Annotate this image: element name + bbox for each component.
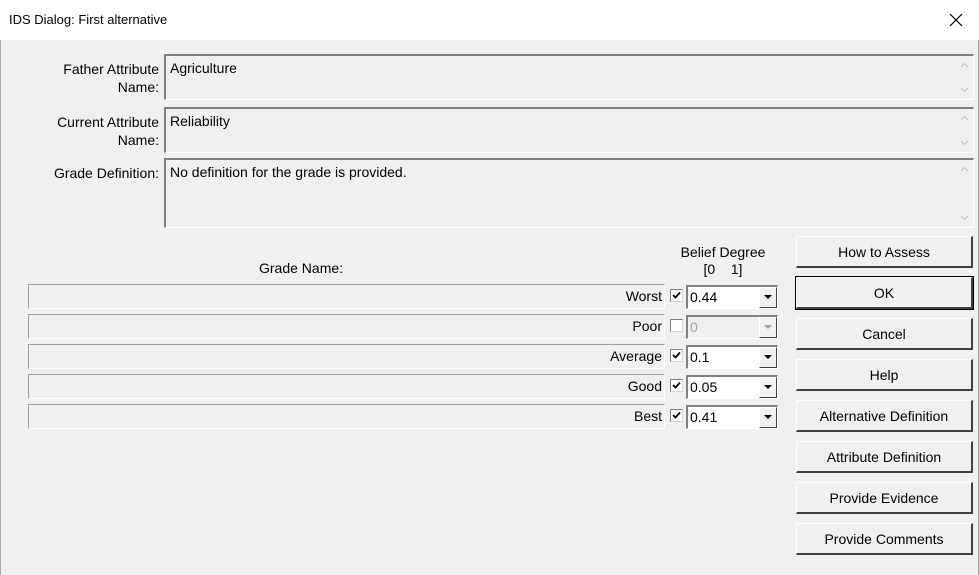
grade-definition-scrollbar[interactable] bbox=[956, 160, 973, 227]
current-attribute-scrollbar[interactable] bbox=[956, 109, 973, 152]
chevron-down-icon bbox=[764, 295, 772, 299]
grade-name-best: Best bbox=[633, 408, 662, 424]
scroll-up-icon[interactable] bbox=[960, 61, 969, 70]
window-title: IDS Dialog: First alternative bbox=[9, 12, 168, 27]
grade-name-header: Grade Name: bbox=[259, 260, 344, 276]
attribute-definition-button[interactable]: Attribute Definition bbox=[796, 441, 973, 473]
cancel-button[interactable]: Cancel bbox=[796, 318, 973, 350]
checkmark-icon bbox=[672, 381, 681, 389]
current-attribute-label: Current Attribute Name: bbox=[11, 113, 159, 149]
belief-degree-header: Belief Degree [0 1] bbox=[668, 244, 778, 278]
close-button[interactable] bbox=[933, 2, 979, 38]
belief-combo-poor: 0 bbox=[686, 315, 778, 339]
grade-definition-value: No definition for the grade is provided. bbox=[170, 164, 407, 180]
grade-definition-label: Grade Definition: bbox=[53, 165, 159, 181]
dialog-client: Father Attribute Name: Agriculture Curre… bbox=[0, 40, 979, 575]
current-attribute-label-line1: Current Attribute bbox=[57, 114, 159, 130]
grade-row-poor: Poor bbox=[28, 314, 665, 339]
belief-value-average: 0.1 bbox=[690, 349, 710, 365]
checkbox-average[interactable] bbox=[670, 349, 683, 362]
checkmark-icon bbox=[672, 411, 681, 419]
grade-name-worst: Worst bbox=[625, 288, 662, 304]
father-attribute-label-line2: Name: bbox=[117, 79, 159, 95]
father-attribute-label-line1: Father Attribute bbox=[63, 61, 159, 77]
ok-button[interactable]: OK bbox=[795, 276, 974, 310]
dropdown-button[interactable] bbox=[759, 287, 777, 308]
chevron-down-icon bbox=[764, 325, 772, 329]
checkmark-icon bbox=[672, 291, 681, 299]
checkbox-worst[interactable] bbox=[670, 289, 683, 302]
father-attribute-value: Agriculture bbox=[170, 60, 237, 76]
grade-row-worst: Worst bbox=[28, 284, 665, 309]
chevron-down-icon bbox=[764, 355, 772, 359]
belief-combo-good[interactable]: 0.05 bbox=[686, 375, 778, 399]
alternative-definition-button[interactable]: Alternative Definition bbox=[796, 400, 973, 432]
father-attribute-field[interactable]: Agriculture bbox=[164, 54, 974, 100]
grade-name-average: Average bbox=[610, 348, 662, 364]
belief-combo-worst[interactable]: 0.44 bbox=[686, 285, 778, 309]
father-attribute-scrollbar[interactable] bbox=[956, 56, 973, 99]
scroll-down-icon[interactable] bbox=[960, 85, 969, 94]
belief-value-poor: 0 bbox=[690, 319, 698, 335]
close-icon bbox=[949, 13, 963, 27]
dropdown-button[interactable] bbox=[759, 347, 777, 368]
checkbox-best[interactable] bbox=[670, 409, 683, 422]
belief-combo-average[interactable]: 0.1 bbox=[686, 345, 778, 369]
current-attribute-value: Reliability bbox=[170, 113, 230, 129]
belief-degree-header-line2: [0 1] bbox=[703, 261, 743, 277]
grade-name-good: Good bbox=[627, 378, 662, 394]
grade-name-poor: Poor bbox=[632, 318, 662, 334]
dropdown-button[interactable] bbox=[759, 377, 777, 398]
father-attribute-label: Father Attribute Name: bbox=[11, 60, 159, 96]
scroll-down-icon[interactable] bbox=[960, 213, 969, 222]
checkbox-good[interactable] bbox=[670, 379, 683, 392]
scroll-down-icon[interactable] bbox=[960, 138, 969, 147]
chevron-down-icon bbox=[764, 385, 772, 389]
grade-row-best: Best bbox=[28, 404, 665, 429]
grade-row-good: Good bbox=[28, 374, 665, 399]
belief-value-good: 0.05 bbox=[690, 379, 718, 395]
provide-comments-button[interactable]: Provide Comments bbox=[796, 523, 973, 555]
belief-value-worst: 0.44 bbox=[690, 289, 718, 305]
current-attribute-label-line2: Name: bbox=[117, 132, 159, 148]
scroll-up-icon[interactable] bbox=[960, 114, 969, 123]
help-button[interactable]: Help bbox=[796, 359, 973, 391]
how-to-assess-button[interactable]: How to Assess bbox=[796, 236, 973, 268]
belief-combo-best[interactable]: 0.41 bbox=[686, 405, 778, 429]
checkbox-poor[interactable] bbox=[670, 319, 683, 332]
checkmark-icon bbox=[672, 351, 681, 359]
chevron-down-icon bbox=[764, 415, 772, 419]
provide-evidence-button[interactable]: Provide Evidence bbox=[796, 482, 973, 514]
dropdown-button[interactable] bbox=[759, 407, 777, 428]
scroll-up-icon[interactable] bbox=[960, 165, 969, 174]
grade-row-average: Average bbox=[28, 344, 665, 369]
grade-definition-field[interactable]: No definition for the grade is provided. bbox=[164, 158, 974, 228]
belief-degree-header-line1: Belief Degree bbox=[680, 244, 766, 260]
dropdown-button bbox=[759, 317, 777, 338]
current-attribute-field[interactable]: Reliability bbox=[164, 107, 974, 153]
belief-value-best: 0.41 bbox=[690, 409, 718, 425]
title-bar: IDS Dialog: First alternative bbox=[0, 0, 979, 40]
